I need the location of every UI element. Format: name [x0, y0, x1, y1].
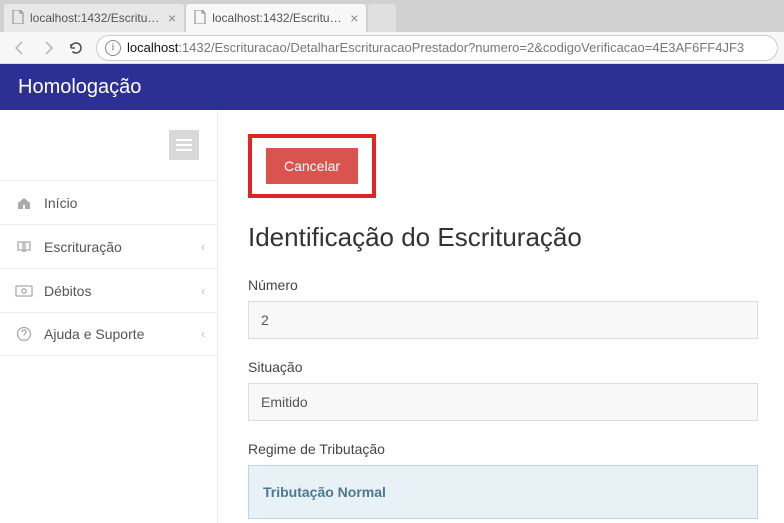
app-header: Homologação: [0, 64, 784, 110]
main-content: Cancelar Identificação do Escrituração N…: [218, 110, 784, 523]
situacao-value: Emitido: [261, 394, 308, 410]
close-icon[interactable]: ×: [168, 11, 176, 25]
sidebar-item-inicio[interactable]: Início: [0, 180, 217, 224]
regime-value: Tributação Normal: [263, 484, 386, 500]
forward-button[interactable]: [36, 36, 60, 60]
chevron-left-icon: ‹: [201, 240, 205, 254]
tab-title: localhost:1432/Escriturac: [212, 11, 342, 25]
sidebar-nav: Início Escrituração ‹ Débitos ‹: [0, 180, 217, 356]
address-bar[interactable]: i localhost:1432/Escrituracao/DetalharEs…: [96, 35, 778, 61]
reload-button[interactable]: [64, 36, 88, 60]
page-title: Identificação do Escrituração: [248, 222, 766, 253]
chevron-left-icon: ‹: [201, 327, 205, 341]
new-tab-button[interactable]: [368, 4, 396, 32]
chevron-left-icon: ‹: [201, 284, 205, 298]
sidebar-item-ajuda[interactable]: Ajuda e Suporte ‹: [0, 312, 217, 356]
numero-value: 2: [261, 312, 269, 328]
browser-tab[interactable]: localhost:1432/Escriturac ×: [186, 4, 366, 32]
regime-label: Regime de Tributação: [248, 441, 766, 457]
help-icon: [14, 326, 34, 342]
site-info-icon[interactable]: i: [105, 40, 121, 56]
sidebar-item-escrituracao[interactable]: Escrituração ‹: [0, 224, 217, 268]
close-icon[interactable]: ×: [350, 11, 358, 25]
home-icon: [14, 195, 34, 211]
sidebar-item-label: Débitos: [44, 283, 91, 299]
highlight-annotation: Cancelar: [248, 134, 376, 198]
document-icon: [12, 10, 24, 27]
url-host: localhost: [127, 40, 178, 55]
browser-tab[interactable]: localhost:1432/Escriturac ×: [4, 4, 184, 32]
sidebar-item-debitos[interactable]: Débitos ‹: [0, 268, 217, 312]
sidebar-item-label: Início: [44, 195, 77, 211]
app-title: Homologação: [18, 76, 141, 99]
numero-field[interactable]: 2: [248, 301, 758, 339]
url-path: :1432/Escrituracao/DetalharEscrituracaoP…: [178, 40, 744, 55]
sidebar-item-label: Escrituração: [44, 239, 122, 255]
cancel-button[interactable]: Cancelar: [266, 148, 358, 184]
situacao-field[interactable]: Emitido: [248, 383, 758, 421]
browser-tab-strip: localhost:1432/Escriturac × localhost:14…: [0, 0, 784, 32]
situacao-label: Situação: [248, 359, 766, 375]
tab-title: localhost:1432/Escriturac: [30, 11, 160, 25]
book-icon: [14, 239, 34, 255]
back-button[interactable]: [8, 36, 32, 60]
sidebar: Início Escrituração ‹ Débitos ‹: [0, 110, 218, 523]
document-icon: [194, 10, 206, 27]
regime-box: Tributação Normal: [248, 465, 758, 519]
menu-toggle-button[interactable]: [169, 130, 199, 160]
browser-toolbar: i localhost:1432/Escrituracao/DetalharEs…: [0, 32, 784, 64]
sidebar-item-label: Ajuda e Suporte: [44, 326, 144, 342]
money-icon: [14, 285, 34, 297]
numero-label: Número: [248, 277, 766, 293]
